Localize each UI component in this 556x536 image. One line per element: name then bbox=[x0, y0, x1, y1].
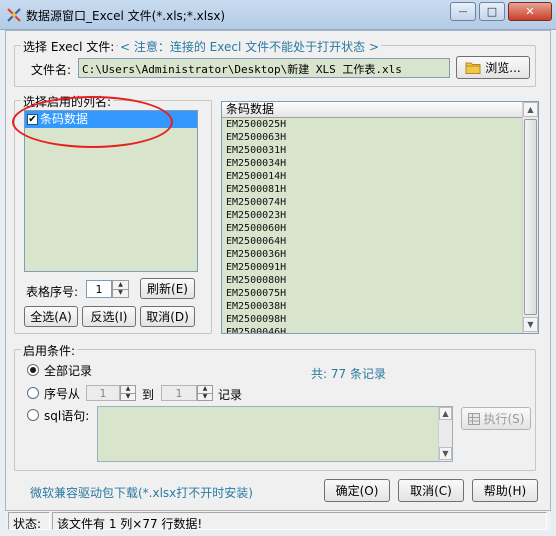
table-row[interactable]: EM2500014H bbox=[222, 170, 538, 183]
sql-scrollbar[interactable]: ▲ ▼ bbox=[438, 407, 452, 461]
table-row[interactable]: EM2500060H bbox=[222, 222, 538, 235]
range-unit-label: 记录 bbox=[218, 388, 243, 402]
sql-radio[interactable] bbox=[27, 409, 39, 421]
table-row[interactable]: EM2500031H bbox=[222, 144, 538, 157]
range-to-input[interactable]: 1 bbox=[161, 385, 197, 401]
scroll-up-icon[interactable]: ▲ bbox=[523, 102, 538, 117]
window-title: 数据源窗口_Excel 文件(*.xls;*.xlsx) bbox=[26, 9, 226, 23]
table-row[interactable]: EM2500034H bbox=[222, 157, 538, 170]
grid-rows: EM2500025H EM2500063H EM2500031H EM2500034H… bbox=[222, 118, 538, 333]
file-notice: < 注意：连接的 Execl 文件不能处于打开状态 > bbox=[118, 38, 381, 55]
select-all-button[interactable]: 全选(A) bbox=[24, 306, 78, 327]
spin-down-icon[interactable]: ▼ bbox=[113, 288, 128, 298]
browse-button[interactable]: 浏览... bbox=[456, 56, 530, 79]
range-radio[interactable] bbox=[27, 387, 39, 399]
spin-up-icon[interactable]: ▲ bbox=[113, 281, 128, 289]
execute-button[interactable]: 执行(S) bbox=[461, 407, 531, 430]
scroll-up-icon[interactable]: ▲ bbox=[439, 407, 452, 420]
close-button[interactable]: ✕ bbox=[508, 2, 552, 21]
sheet-index-label: 表格序号: bbox=[26, 285, 79, 299]
browse-label: 浏览... bbox=[485, 61, 521, 75]
refresh-button[interactable]: 刷新(E) bbox=[140, 278, 195, 299]
title-bar[interactable]: 数据源窗口_Excel 文件(*.xls;*.xlsx) — □ ✕ bbox=[0, 0, 556, 30]
table-row[interactable]: EM2500025H bbox=[222, 118, 538, 131]
table-row[interactable]: EM2500064H bbox=[222, 235, 538, 248]
total-records-text: 共: 77 条记录 bbox=[311, 367, 386, 381]
grid-icon bbox=[467, 412, 480, 425]
table-row[interactable]: EM2500081H bbox=[222, 183, 538, 196]
grid-scrollbar[interactable]: ▲ ▼ bbox=[522, 102, 538, 333]
table-row[interactable]: EM2500091H bbox=[222, 261, 538, 274]
maximize-icon: □ bbox=[486, 5, 498, 18]
invert-selection-button[interactable]: 反选(I) bbox=[82, 306, 136, 327]
radio-selected-icon bbox=[30, 367, 36, 373]
table-row[interactable]: EM2500075H bbox=[222, 287, 538, 300]
grid-header: 条码数据 bbox=[222, 102, 538, 118]
minimize-icon: — bbox=[458, 6, 468, 17]
data-grid[interactable]: 条码数据 EM2500025H EM2500063H EM2500031H EM250… bbox=[221, 101, 539, 334]
filename-field[interactable]: C:\Users\Administrator\Desktop\新建 XLS 工作… bbox=[78, 58, 450, 78]
table-row[interactable]: EM2500098H bbox=[222, 313, 538, 326]
conditions-group-label: 启用条件: bbox=[21, 342, 78, 359]
close-icon: ✕ bbox=[525, 5, 535, 18]
driver-download-link[interactable]: 微软兼容驱动包下载(*.xlsx打不开时安装) bbox=[30, 484, 253, 501]
status-text: 该文件有 1 列×77 行数据! bbox=[52, 512, 547, 531]
scroll-down-icon[interactable]: ▼ bbox=[439, 447, 452, 460]
table-row[interactable]: EM2500074H bbox=[222, 196, 538, 209]
maximize-button[interactable]: □ bbox=[479, 2, 505, 21]
minimize-button[interactable]: — bbox=[450, 2, 476, 21]
app-icon bbox=[7, 8, 21, 22]
range-label: 序号从 bbox=[44, 387, 81, 401]
list-item[interactable]: ✔ 条码数据 bbox=[25, 111, 197, 128]
column-listbox[interactable]: ✔ 条码数据 bbox=[24, 110, 198, 272]
sql-label: sql语句: bbox=[44, 409, 90, 423]
sheet-index-spinner[interactable]: ▲ ▼ bbox=[112, 280, 129, 298]
range-from-spinner[interactable]: ▲ ▼ bbox=[120, 385, 136, 401]
folder-icon bbox=[465, 62, 481, 74]
all-records-label: 全部记录 bbox=[44, 364, 93, 378]
table-row[interactable]: EM2500038H bbox=[222, 300, 538, 313]
sheet-index-input[interactable]: 1 bbox=[86, 280, 112, 298]
all-records-radio[interactable] bbox=[27, 364, 39, 376]
scroll-thumb[interactable] bbox=[524, 119, 537, 315]
cancel-button[interactable]: 取消(C) bbox=[398, 479, 464, 502]
range-to-spinner[interactable]: ▲ ▼ bbox=[197, 385, 213, 401]
filename-label: 文件名: bbox=[31, 63, 72, 77]
cancel-selection-button[interactable]: 取消(D) bbox=[140, 306, 195, 327]
sql-textarea[interactable]: ▲ ▼ bbox=[97, 406, 453, 462]
help-button[interactable]: 帮助(H) bbox=[472, 479, 538, 502]
range-to-label: 到 bbox=[142, 388, 155, 402]
execute-label: 执行(S) bbox=[483, 412, 525, 426]
spin-down-icon[interactable]: ▼ bbox=[121, 392, 135, 401]
ok-button[interactable]: 确定(O) bbox=[324, 479, 390, 502]
scroll-down-icon[interactable]: ▼ bbox=[523, 317, 538, 332]
list-item-label: 条码数据 bbox=[40, 112, 89, 126]
file-group-label: 选择 Execl 文件: bbox=[21, 38, 117, 55]
check-icon[interactable]: ✔ bbox=[27, 114, 38, 125]
table-row[interactable]: EM2500036H bbox=[222, 248, 538, 261]
table-row[interactable]: EM2500023H bbox=[222, 209, 538, 222]
table-row[interactable]: EM2500063H bbox=[222, 131, 538, 144]
columns-group-label: 选择启用的列名: bbox=[21, 93, 114, 110]
range-from-input[interactable]: 1 bbox=[86, 385, 120, 401]
status-label: 状态: bbox=[8, 512, 50, 531]
spin-down-icon[interactable]: ▼ bbox=[198, 392, 212, 401]
table-row[interactable]: EM2500080H bbox=[222, 274, 538, 287]
table-row[interactable]: EM2500046H bbox=[222, 326, 538, 333]
